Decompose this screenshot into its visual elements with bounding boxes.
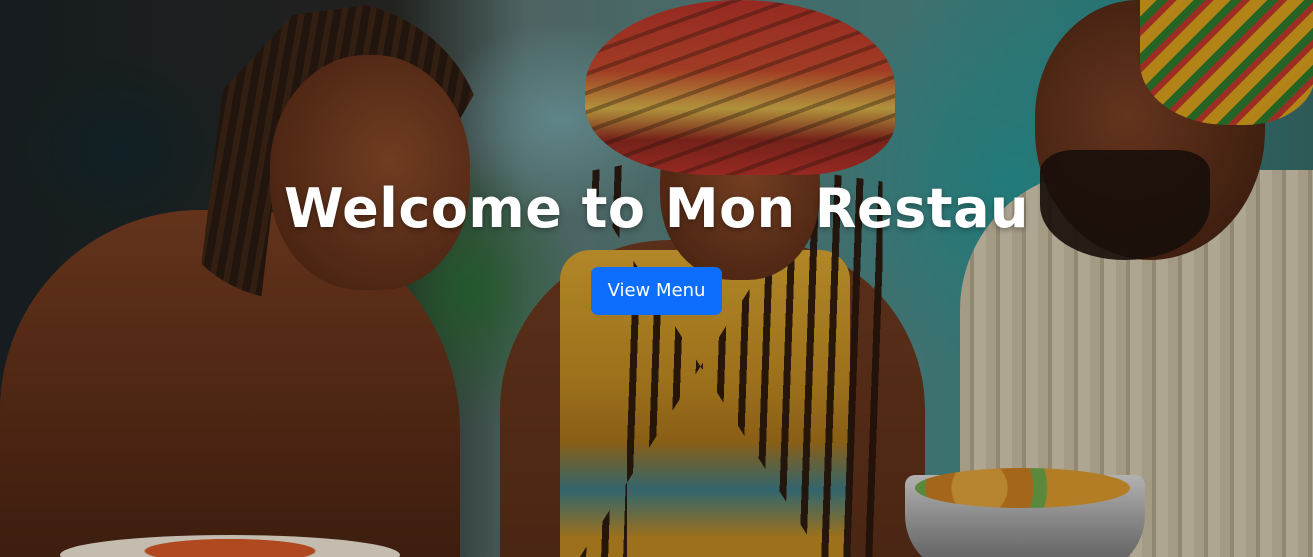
hero-section: Welcome to Mon Restau View Menu xyxy=(0,0,1313,557)
hero-title: Welcome to Mon Restau xyxy=(284,177,1029,240)
hero-content: Welcome to Mon Restau View Menu xyxy=(0,170,1313,315)
view-menu-button[interactable]: View Menu xyxy=(590,267,723,315)
